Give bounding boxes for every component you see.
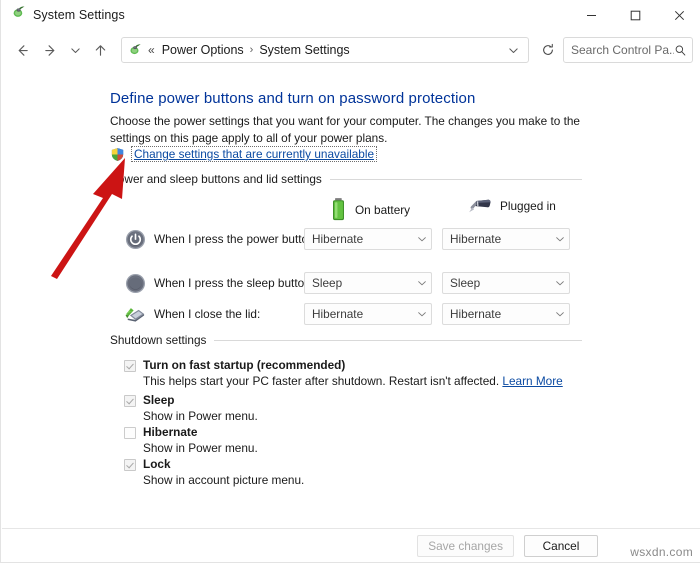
maximize-button[interactable]	[613, 0, 657, 30]
column-label-plugged-in: Plugged in	[500, 199, 556, 213]
checkbox-description-lock: Show in account picture menu.	[143, 473, 305, 487]
checkbox-label-hibernate: Hibernate	[143, 425, 198, 439]
checkbox-row-hibernate[interactable]: Hibernate	[124, 425, 197, 439]
shield-icon	[110, 147, 125, 162]
checkbox-fast-startup[interactable]	[124, 360, 136, 372]
dropdown-sleep-button-plugged-in[interactable]: Sleep	[442, 272, 570, 294]
chevron-down-icon	[417, 309, 427, 319]
setting-row-power-button: When I press the power button: Hibernate…	[124, 228, 594, 250]
breadcrumb-overflow[interactable]: «	[144, 43, 158, 57]
dropdown-sleep-button-on-battery[interactable]: Sleep	[304, 272, 432, 294]
checkbox-description-hibernate: Show in Power menu.	[143, 441, 258, 455]
forward-arrow-icon[interactable]	[37, 37, 63, 63]
footer-bar: Save changes Cancel	[2, 529, 700, 562]
minimize-button[interactable]	[569, 0, 613, 30]
section-rule	[329, 178, 582, 180]
search-placeholder: Search Control Pa...	[571, 43, 674, 57]
laptop-lid-icon	[124, 303, 146, 325]
column-label-on-battery: On battery	[355, 202, 411, 217]
dropdown-value: Hibernate	[312, 232, 364, 246]
dropdown-value: Hibernate	[450, 307, 502, 321]
power-button-icon	[124, 228, 146, 250]
dropdown-value: Sleep	[450, 276, 481, 290]
address-dropdown-chevron-down-icon[interactable]	[502, 39, 524, 61]
sleep-button-icon	[124, 272, 146, 294]
section-title-power: Power and sleep buttons and lid settings	[110, 172, 322, 186]
save-changes-button[interactable]: Save changes	[417, 534, 514, 557]
refresh-icon[interactable]	[535, 37, 561, 63]
breadcrumb-item-system-settings[interactable]: System Settings	[255, 42, 353, 58]
checkbox-label-fast-startup: Turn on fast startup (recommended)	[143, 358, 346, 372]
chevron-down-icon	[555, 278, 565, 288]
section-header-power: Power and sleep buttons and lid settings	[110, 172, 582, 186]
breadcrumb-item-power-options[interactable]: Power Options	[158, 42, 248, 58]
system-settings-window: System Settings « Power Options › System…	[0, 0, 700, 563]
page-title: Define power buttons and turn on passwor…	[110, 90, 476, 107]
checkbox-sleep[interactable]	[124, 395, 136, 407]
setting-label-power-button: When I press the power button:	[154, 232, 318, 246]
cancel-button[interactable]: Cancel	[524, 534, 598, 557]
search-icon	[674, 44, 687, 57]
close-button[interactable]	[657, 0, 700, 30]
page-description: Choose the power settings that you want …	[110, 114, 580, 145]
address-bar-right	[502, 39, 524, 61]
dropdown-power-button-on-battery[interactable]: Hibernate	[304, 228, 432, 250]
column-headers: On battery Plugged in	[302, 194, 602, 222]
content-area: Define power buttons and turn on passwor…	[2, 70, 700, 528]
column-header-on-battery: On battery	[330, 197, 410, 222]
title-bar: System Settings	[1, 0, 700, 30]
title-bar-left: System Settings	[1, 5, 569, 25]
checkbox-description-sleep: Show in Power menu.	[143, 409, 258, 423]
dropdown-close-lid-on-battery[interactable]: Hibernate	[304, 303, 432, 325]
power-plug-icon	[468, 197, 492, 215]
dropdown-value: Sleep	[312, 276, 343, 290]
setting-row-sleep-button: When I press the sleep button: Sleep Sle…	[124, 272, 594, 294]
breadcrumb-control-panel-icon	[128, 43, 142, 57]
uac-change-settings-row: Change settings that are currently unava…	[110, 146, 378, 162]
checkbox-lock[interactable]	[124, 459, 136, 471]
checkbox-hibernate[interactable]	[124, 427, 136, 439]
window-controls	[569, 0, 700, 30]
control-panel-icon	[11, 5, 26, 25]
back-arrow-icon[interactable]	[9, 37, 35, 63]
battery-icon	[330, 197, 347, 222]
section-title-shutdown: Shutdown settings	[110, 333, 207, 347]
navigation-bar: « Power Options › System Settings Search…	[1, 30, 700, 70]
dropdown-close-lid-plugged-in[interactable]: Hibernate	[442, 303, 570, 325]
checkbox-row-sleep[interactable]: Sleep	[124, 393, 174, 407]
breadcrumb-separator: ›	[249, 44, 254, 56]
watermark: wsxdn.com	[630, 545, 693, 559]
checkbox-label-lock: Lock	[143, 457, 171, 471]
description-text: This helps start your PC faster after sh…	[143, 374, 500, 388]
setting-label-sleep-button: When I press the sleep button:	[154, 276, 315, 290]
checkbox-label-sleep: Sleep	[143, 393, 175, 407]
chevron-down-icon	[417, 234, 427, 244]
setting-row-close-lid: When I close the lid: Hibernate Hibernat…	[124, 303, 594, 325]
chevron-down-icon	[417, 278, 427, 288]
address-bar[interactable]: « Power Options › System Settings	[121, 37, 529, 63]
dropdown-value: Hibernate	[450, 232, 502, 246]
dropdown-value: Hibernate	[312, 307, 364, 321]
checkbox-description-fast-startup: This helps start your PC faster after sh…	[143, 374, 563, 388]
recent-locations-chevron-down-icon[interactable]	[65, 37, 85, 63]
checkbox-row-fast-startup[interactable]: Turn on fast startup (recommended)	[124, 358, 345, 372]
dropdown-power-button-plugged-in[interactable]: Hibernate	[442, 228, 570, 250]
chevron-down-icon	[555, 234, 565, 244]
search-input[interactable]: Search Control Pa...	[563, 37, 693, 63]
setting-label-close-lid: When I close the lid:	[154, 307, 261, 321]
change-settings-link[interactable]: Change settings that are currently unava…	[131, 146, 378, 162]
column-header-plugged-in: Plugged in	[468, 197, 556, 215]
section-header-shutdown: Shutdown settings	[110, 333, 582, 347]
window-title: System Settings	[33, 8, 125, 22]
chevron-down-icon	[555, 309, 565, 319]
checkbox-row-lock[interactable]: Lock	[124, 457, 171, 471]
up-arrow-icon[interactable]	[87, 37, 113, 63]
learn-more-link[interactable]: Learn More	[502, 374, 562, 388]
section-rule	[214, 339, 582, 341]
